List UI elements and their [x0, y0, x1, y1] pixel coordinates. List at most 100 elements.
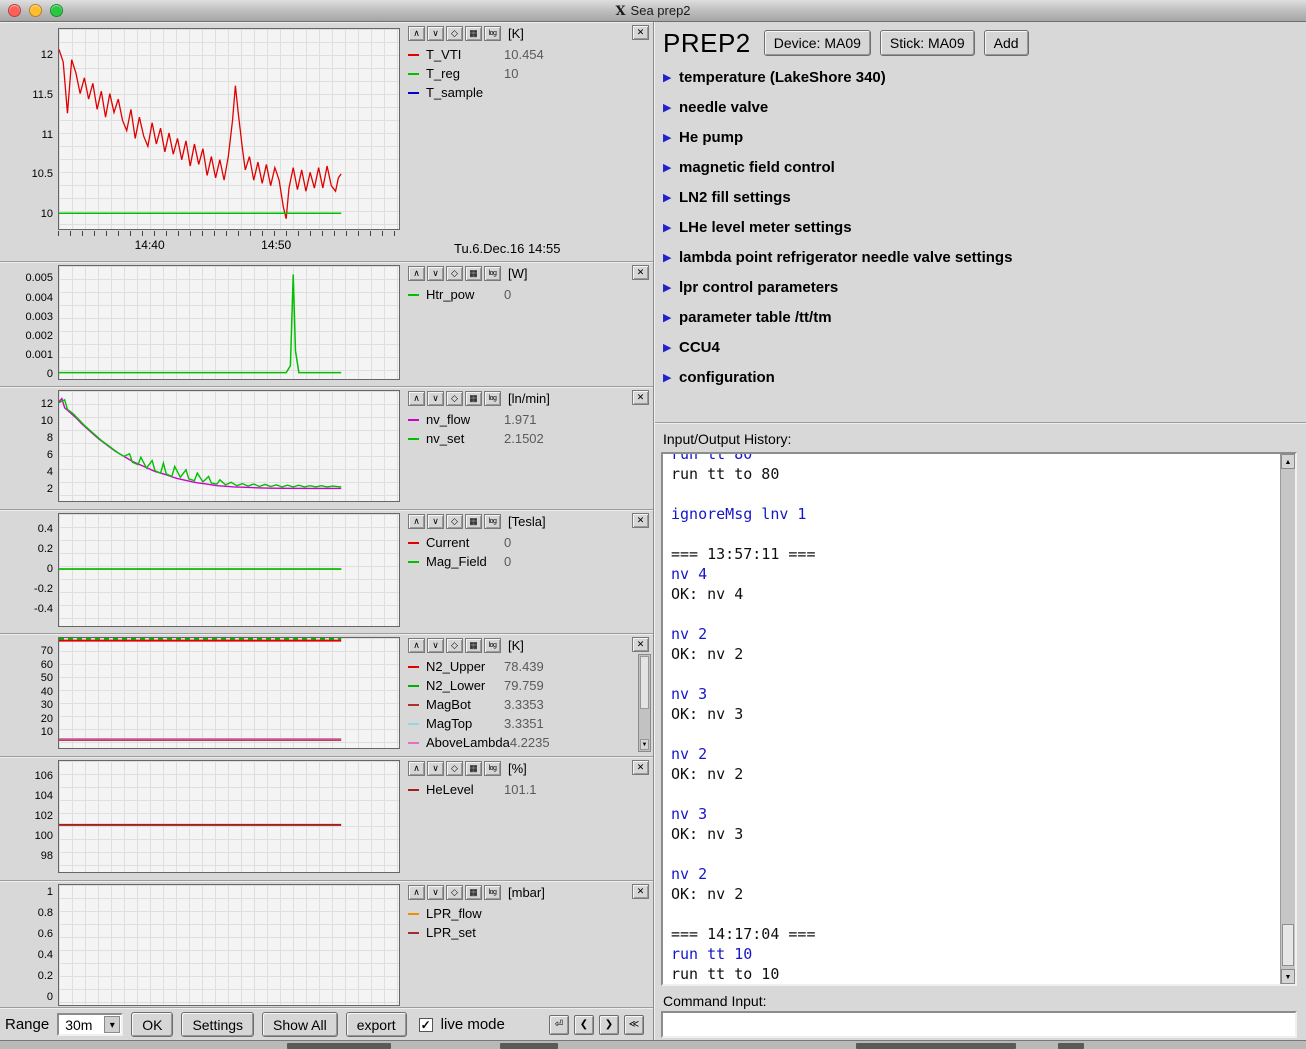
history-scrollbar[interactable]: ▲ ▼ — [1280, 454, 1295, 984]
scroll-up-button[interactable]: ∧ — [408, 638, 425, 653]
tree-item[interactable]: ▶magnetic field control — [663, 152, 1300, 182]
tree-item[interactable]: ▶He pump — [663, 122, 1300, 152]
log-scale-button[interactable]: log — [484, 638, 501, 653]
scroll-down-button[interactable]: ∨ — [427, 26, 444, 41]
tree-item[interactable]: ▶parameter table /tt/tm — [663, 302, 1300, 332]
legend-color-dash — [408, 742, 419, 744]
stick-button[interactable]: Stick: MA09 — [880, 30, 975, 56]
grid-button[interactable]: ▦ — [465, 761, 482, 776]
grid-button[interactable]: ▦ — [465, 266, 482, 281]
device-button[interactable]: Device: MA09 — [764, 30, 871, 56]
legend-scroll-down-icon[interactable]: ▼ — [640, 739, 649, 750]
tree-item[interactable]: ▶lpr control parameters — [663, 272, 1300, 302]
page-back-button[interactable]: ❮ — [574, 1015, 594, 1035]
settings-button[interactable]: Settings — [181, 1012, 254, 1037]
scroll-down-button[interactable]: ∨ — [427, 638, 444, 653]
legend-scrollbar[interactable]: ▼ — [638, 654, 651, 752]
range-value: 30m — [65, 1017, 92, 1033]
plot-area[interactable] — [58, 637, 400, 749]
plot-area[interactable] — [58, 760, 400, 873]
zoom-button[interactable]: ◇ — [446, 26, 463, 41]
scroll-up-button[interactable]: ∧ — [408, 885, 425, 900]
console-line: nv 4 — [671, 564, 1280, 584]
scroll-down-button[interactable]: ∨ — [427, 885, 444, 900]
zoom-button[interactable]: ◇ — [446, 885, 463, 900]
grid-button[interactable]: ▦ — [465, 391, 482, 406]
scroll-up-icon[interactable]: ▲ — [1281, 454, 1295, 469]
tree-item[interactable]: ▶LN2 fill settings — [663, 182, 1300, 212]
window-fragment — [1058, 1043, 1084, 1049]
plot-close-button[interactable]: ✕ — [632, 884, 649, 899]
command-input[interactable] — [661, 1011, 1297, 1038]
zoom-button[interactable]: ◇ — [446, 266, 463, 281]
y-tick-label: 0.005 — [25, 272, 53, 284]
zoom-button[interactable]: ◇ — [446, 638, 463, 653]
plot-close-button[interactable]: ✕ — [632, 390, 649, 405]
plot-close-button[interactable]: ✕ — [632, 265, 649, 280]
log-scale-button[interactable]: log — [484, 885, 501, 900]
live-mode-checkbox[interactable]: ✓ — [419, 1018, 433, 1032]
go-latest-button[interactable]: ≪ — [624, 1015, 644, 1035]
redraw-button[interactable]: ⏎ — [549, 1015, 569, 1035]
plot-area[interactable] — [58, 513, 400, 627]
scroll-down-icon[interactable]: ▼ — [1281, 969, 1295, 984]
y-tick-label: 0 — [47, 368, 53, 380]
legend-scrollbar-thumb[interactable] — [640, 656, 649, 709]
triangle-right-icon: ▶ — [663, 251, 679, 264]
tree-item[interactable]: ▶lambda point refrigerator needle valve … — [663, 242, 1300, 272]
window-titlebar[interactable]: XSea prep2 — [0, 0, 1306, 22]
page-forward-button[interactable]: ❯ — [599, 1015, 619, 1035]
scroll-down-button[interactable]: ∨ — [427, 514, 444, 529]
tree-item[interactable]: ▶CCU4 — [663, 332, 1300, 362]
scroll-up-button[interactable]: ∧ — [408, 761, 425, 776]
legend-color-dash — [408, 73, 419, 75]
tree-item[interactable]: ▶LHe level meter settings — [663, 212, 1300, 242]
scroll-up-button[interactable]: ∧ — [408, 266, 425, 281]
y-tick-label: 60 — [41, 659, 53, 671]
export-button[interactable]: export — [346, 1012, 407, 1037]
plot-close-button[interactable]: ✕ — [632, 25, 649, 40]
plot-area[interactable] — [58, 265, 400, 380]
plot-close-button[interactable]: ✕ — [632, 637, 649, 652]
scroll-thumb[interactable] — [1282, 924, 1294, 966]
zoom-button[interactable]: ◇ — [446, 514, 463, 529]
tree-item[interactable]: ▶needle valve — [663, 92, 1300, 122]
range-select[interactable]: 30m ▾ — [57, 1013, 123, 1036]
show-all-button[interactable]: Show All — [262, 1012, 338, 1037]
y-tick-label: 50 — [41, 672, 53, 684]
tree-item[interactable]: ▶configuration — [663, 362, 1300, 392]
add-button[interactable]: Add — [984, 30, 1029, 56]
plot-area[interactable] — [58, 390, 400, 502]
grid-button[interactable]: ▦ — [465, 514, 482, 529]
log-scale-button[interactable]: log — [484, 266, 501, 281]
legend-entries: HeLevel101.1 — [408, 780, 649, 799]
scroll-up-button[interactable]: ∧ — [408, 514, 425, 529]
scroll-up-button[interactable]: ∧ — [408, 26, 425, 41]
grid-button[interactable]: ▦ — [465, 638, 482, 653]
ok-button[interactable]: OK — [131, 1012, 173, 1037]
zoom-button[interactable]: ◇ — [446, 761, 463, 776]
io-history[interactable]: run tt 80run tt to 80 ignoreMsg lnv 1 ==… — [661, 452, 1297, 986]
scroll-down-button[interactable]: ∨ — [427, 266, 444, 281]
history-label: Input/Output History: — [663, 431, 791, 447]
grid-button[interactable]: ▦ — [465, 26, 482, 41]
zoom-button[interactable]: ◇ — [446, 391, 463, 406]
plot-close-button[interactable]: ✕ — [632, 760, 649, 775]
tree-item[interactable]: ▶temperature (LakeShore 340) — [663, 62, 1300, 92]
log-scale-button[interactable]: log — [484, 761, 501, 776]
scroll-down-button[interactable]: ∨ — [427, 391, 444, 406]
legend-series-name: LPR_set — [426, 925, 504, 940]
log-scale-button[interactable]: log — [484, 391, 501, 406]
scroll-down-button[interactable]: ∨ — [427, 761, 444, 776]
plot-close-button[interactable]: ✕ — [632, 513, 649, 528]
y-tick-label: 0 — [47, 563, 53, 575]
log-scale-button[interactable]: log — [484, 26, 501, 41]
plot-area[interactable] — [58, 28, 400, 230]
grid-button[interactable]: ▦ — [465, 885, 482, 900]
chevron-down-icon[interactable]: ▾ — [104, 1016, 120, 1033]
plot-unit-label: [Tesla] — [508, 514, 546, 529]
legend-entries: nv_flow1.971nv_set2.1502 — [408, 410, 649, 448]
log-scale-button[interactable]: log — [484, 514, 501, 529]
scroll-up-button[interactable]: ∧ — [408, 391, 425, 406]
plot-area[interactable] — [58, 884, 400, 1006]
